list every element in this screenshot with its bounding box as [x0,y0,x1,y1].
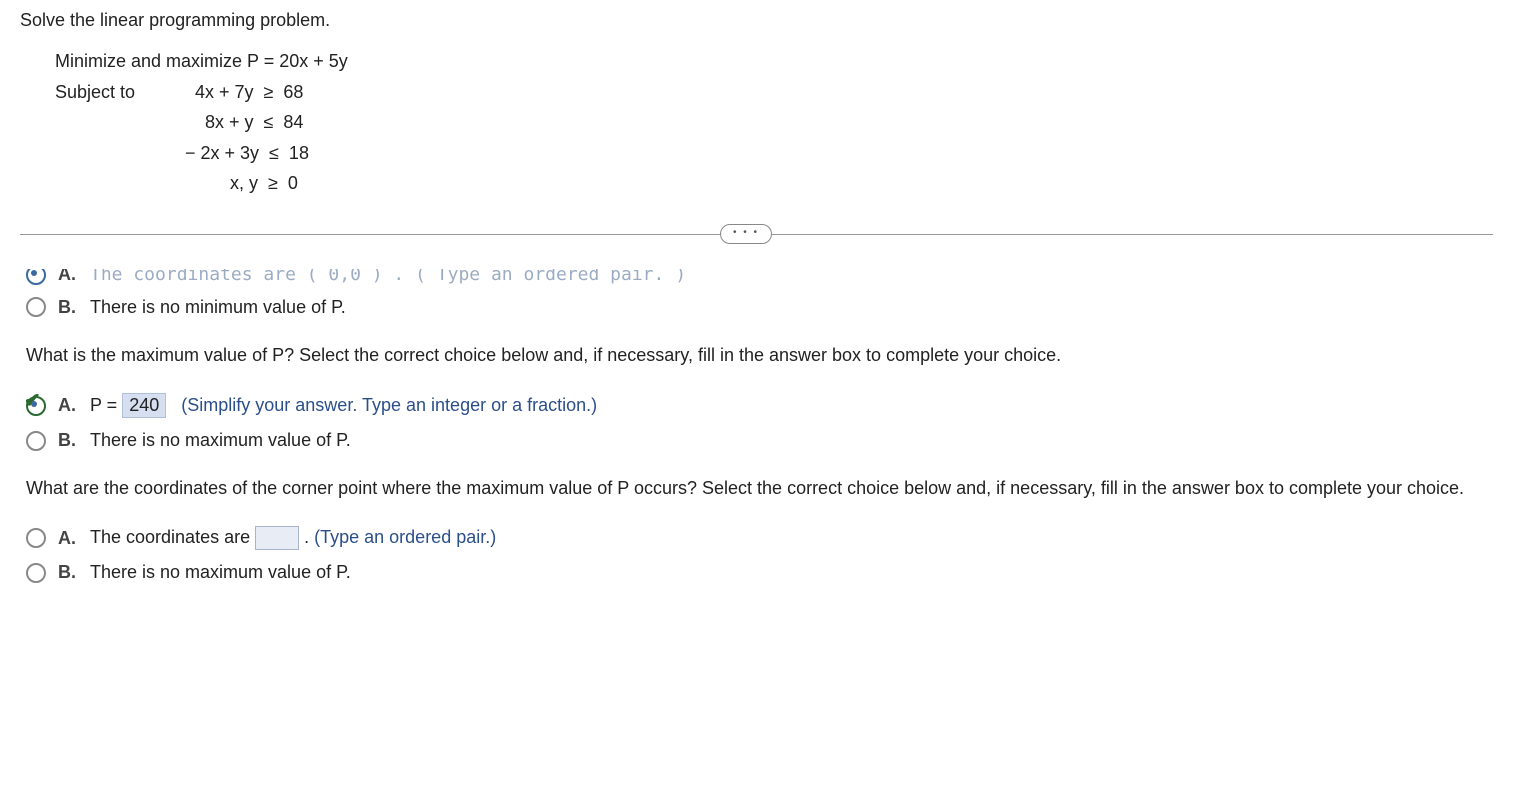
subject-to-label: Subject to [55,77,185,199]
choice-letter-a: A. [58,269,78,285]
problem-formulation: Minimize and maximize P = 20x + 5y Subje… [55,46,1493,199]
max-choice-a-content: P = 240 (Simplify your answer. Type an i… [90,393,597,418]
max-choice-b-radio[interactable] [26,431,46,451]
min-choice-a-text-cut: The coordinates are ( 0,0 ) . ( Type an … [90,269,686,285]
min-choice-b-radio[interactable] [26,297,46,317]
max-choice-a-radio[interactable]: ✔ [26,396,46,416]
choice-letter-b: B. [58,562,78,583]
coords-choice-b-radio[interactable] [26,563,46,583]
coords-choice-a-row: A. The coordinates are . (Type an ordere… [26,526,1493,550]
coords-choice-a-content: The coordinates are . (Type an ordered p… [90,526,496,550]
choice-letter-b: B. [58,297,78,318]
constraint-1: 4x + 7y ≥ 68 [185,77,309,108]
expand-pill[interactable]: • • • [720,224,772,244]
coords-hint: (Type an ordered pair.) [314,527,496,547]
p-equals-label: P = [90,395,122,415]
section-divider: • • • [20,224,1493,244]
max-value-input[interactable]: 240 [122,393,166,418]
max-value-question: What is the maximum value of P? Select t… [26,343,1493,368]
coords-choice-b-row: B. There is no maximum value of P. [26,562,1493,583]
coords-suffix: . [304,527,314,547]
max-choice-b-text: There is no maximum value of P. [90,430,351,451]
max-choice-b-row: B. There is no maximum value of P. [26,430,1493,451]
coords-choice-b-text: There is no maximum value of P. [90,562,351,583]
choice-letter-a: A. [58,528,78,549]
min-choice-b-row: B. There is no minimum value of P. [26,297,1493,318]
choice-letter-b: B. [58,430,78,451]
min-choice-a-radio[interactable] [26,269,46,285]
constraint-3: − 2x + 3y ≤ 18 [185,138,309,169]
coords-choice-a-radio[interactable] [26,528,46,548]
max-choice-a-hint: (Simplify your answer. Type an integer o… [181,395,597,415]
coords-question: What are the coordinates of the corner p… [26,476,1493,501]
coords-prefix: The coordinates are [90,527,255,547]
checkmark-icon: ✔ [24,388,41,413]
objective-line: Minimize and maximize P = 20x + 5y [55,46,1493,77]
constraint-2: 8x + y ≤ 84 [185,107,309,138]
constraint-4: x, y ≥ 0 [185,168,309,199]
min-choice-a-row: A. The coordinates are ( 0,0 ) . ( Type … [26,269,1493,285]
max-choice-a-row: ✔ A. P = 240 (Simplify your answer. Type… [26,393,1493,418]
min-choice-b-text: There is no minimum value of P. [90,297,346,318]
coords-input[interactable] [255,526,299,550]
choice-letter-a: A. [58,395,78,416]
problem-instruction: Solve the linear programming problem. [20,10,1493,31]
